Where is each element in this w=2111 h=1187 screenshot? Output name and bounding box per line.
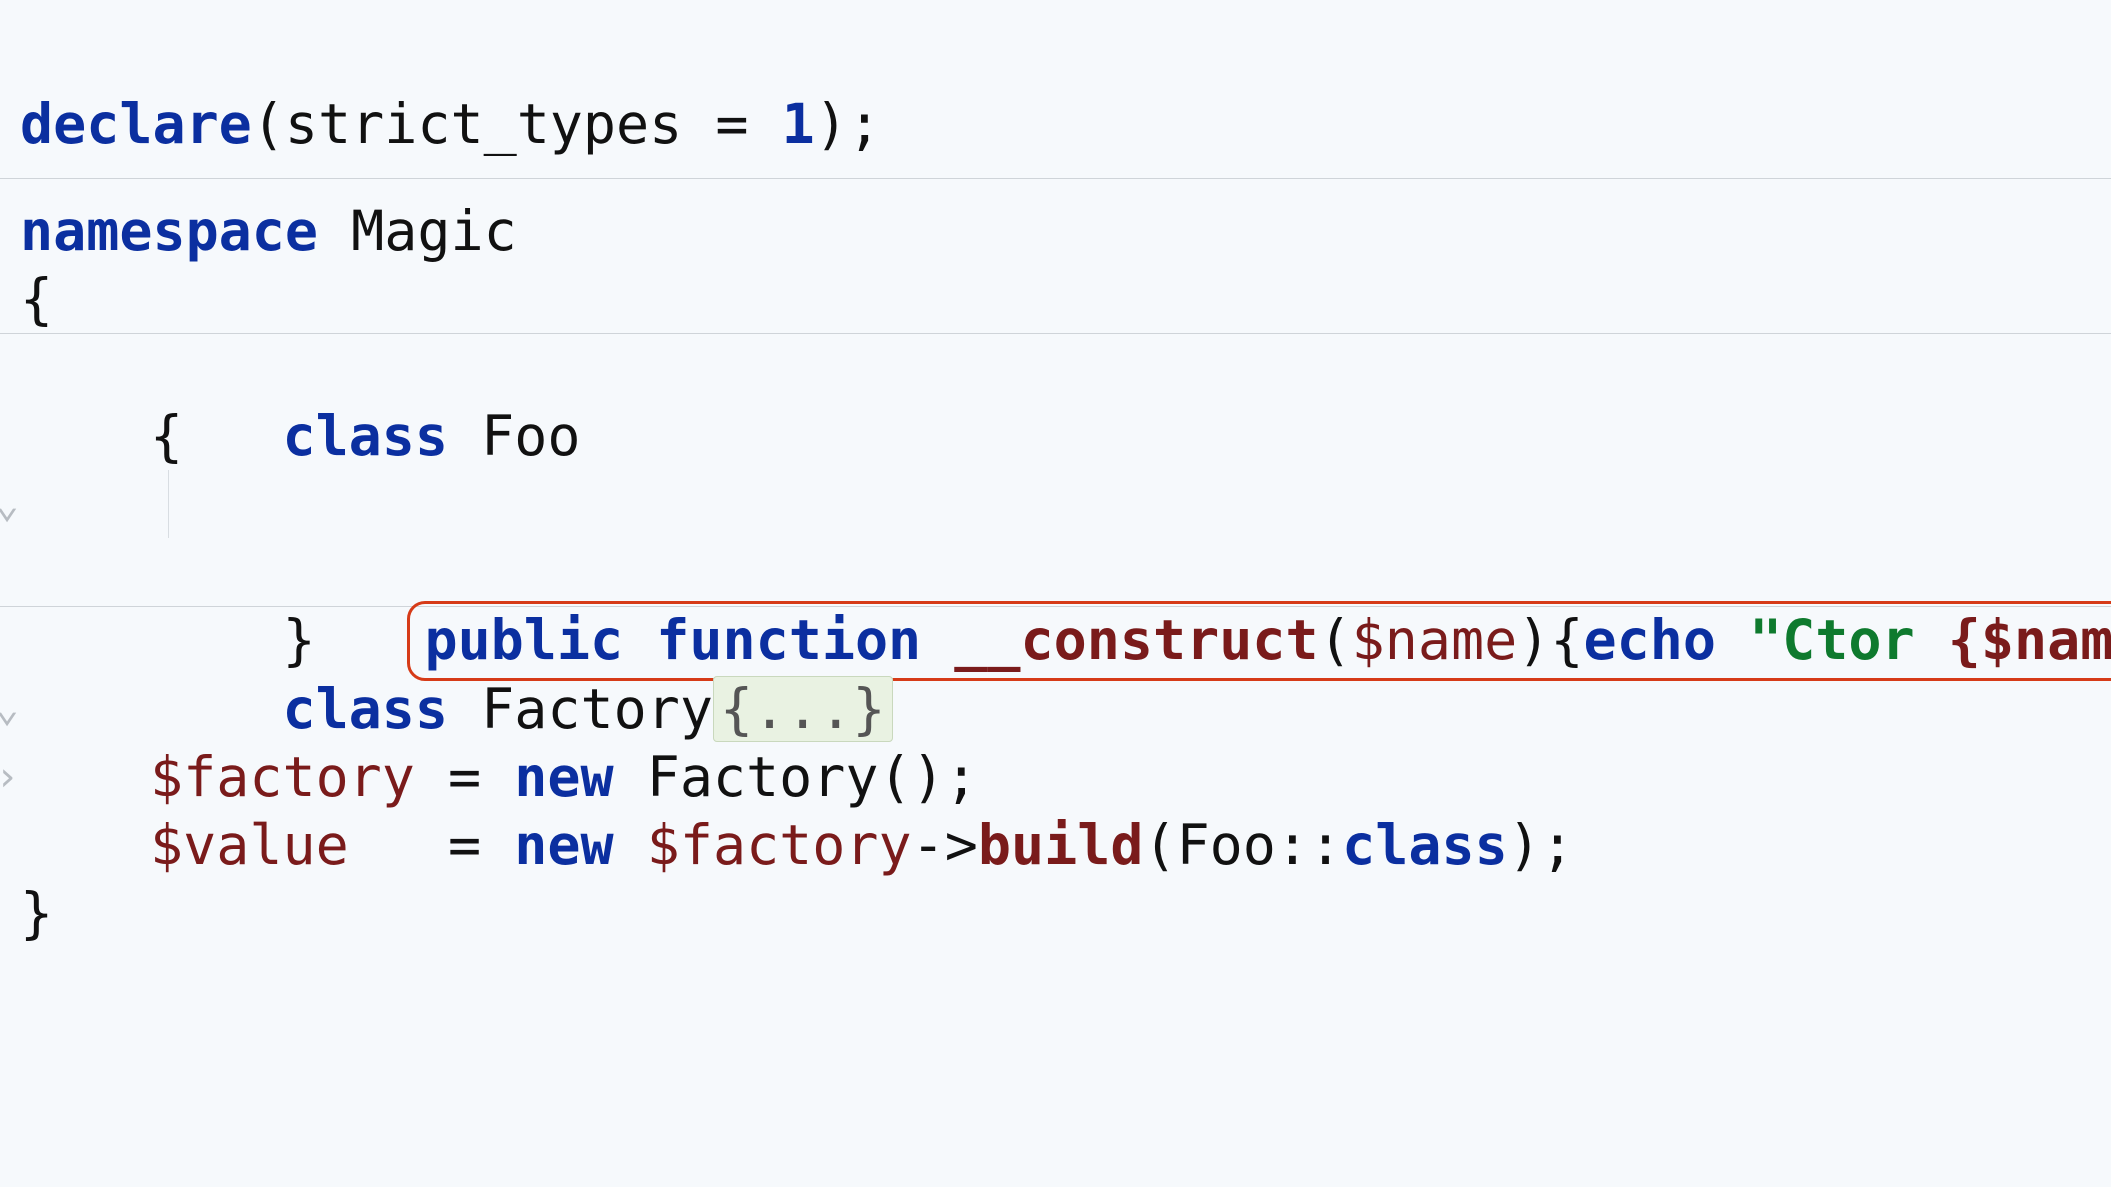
fold-gutter-icon[interactable]: ⌄ — [0, 674, 14, 742]
code-text: (Foo:: — [1143, 813, 1342, 877]
code-line: namespace Magic — [20, 197, 2111, 265]
fold-gutter-icon[interactable]: › — [0, 743, 14, 811]
indent-guide — [168, 470, 169, 538]
arrow-operator: -> — [912, 813, 978, 877]
code-line-blank — [20, 675, 2111, 743]
code-text: = — [415, 745, 514, 809]
code-text: = — [349, 813, 515, 877]
code-line: { — [20, 402, 2111, 470]
variable: $factory — [150, 745, 415, 809]
keyword-new: new — [514, 745, 613, 809]
code-line: ›class Factory{...} — [20, 607, 2111, 675]
code-editor: declare(strict_types = 1); namespace Mag… — [0, 0, 2111, 1187]
variable: $factory — [647, 813, 912, 877]
separator — [0, 178, 2111, 179]
code-line: ⌄} — [20, 538, 2111, 606]
keyword-namespace: namespace — [20, 199, 318, 263]
code-line: { — [20, 265, 2111, 333]
fold-gutter-icon[interactable]: ⌄ — [0, 470, 14, 538]
keyword-new: new — [514, 813, 613, 877]
code-line: ⌄class Foo — [20, 334, 2111, 402]
code-line: $factory = new Factory(); — [20, 743, 2111, 811]
code-text — [614, 813, 647, 877]
brace: { — [20, 267, 53, 331]
method-name: build — [978, 813, 1144, 877]
number-literal: 1 — [782, 92, 815, 156]
keyword-class-const: class — [1342, 813, 1508, 877]
code-text: ); — [815, 92, 881, 156]
code-text: Factory(); — [614, 745, 978, 809]
brace: { — [150, 404, 183, 468]
code-line-highlighted: public function __construct($name){echo … — [20, 470, 2111, 538]
code-line: } — [20, 879, 2111, 947]
code-line: declare(strict_types = 1); — [20, 90, 2111, 158]
code-line: $value = new $factory->build(Foo::class)… — [20, 811, 2111, 879]
variable: $value — [150, 813, 349, 877]
code-text: Magic — [318, 199, 517, 263]
keyword-declare: declare — [20, 92, 252, 156]
brace: } — [20, 881, 53, 945]
code-text: ); — [1508, 813, 1574, 877]
code-text: (strict_types = — [252, 92, 782, 156]
